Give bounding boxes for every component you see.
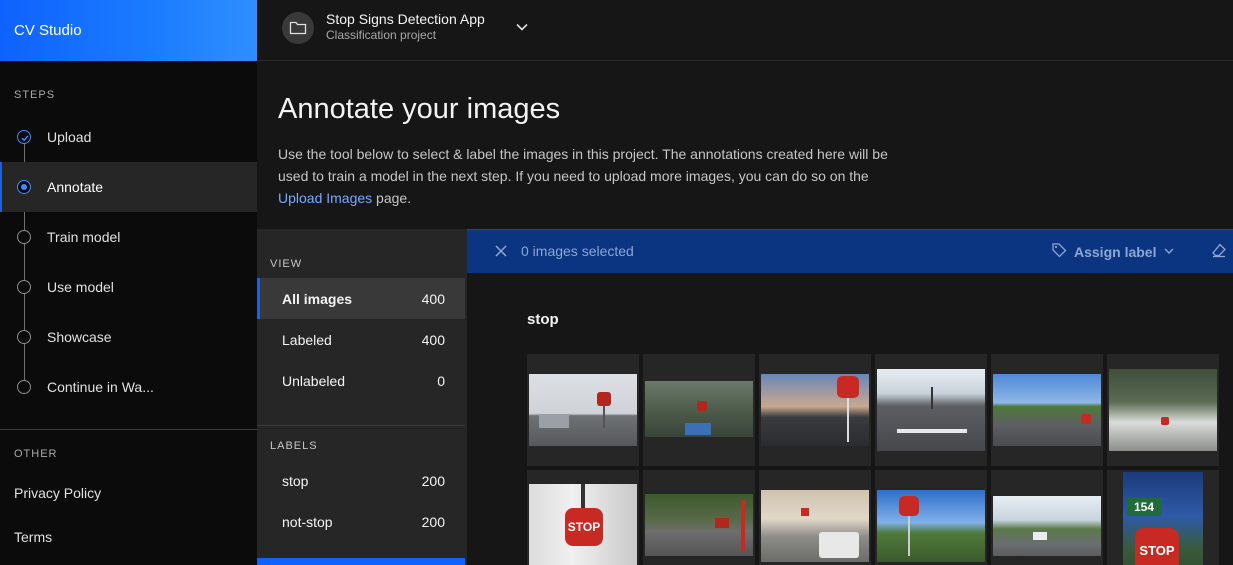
stop-sign-photo: [645, 381, 753, 437]
step-upload[interactable]: Upload: [0, 112, 257, 162]
step-annotate[interactable]: Annotate: [0, 162, 257, 212]
image-thumbnail[interactable]: [875, 470, 987, 565]
view-count: 0: [437, 372, 445, 389]
add-label-button[interactable]: [257, 558, 465, 565]
project-header: Stop Signs Detection App Classification …: [257, 0, 1233, 61]
stop-sign-photo: 154 STOP: [1123, 472, 1203, 565]
label-name: not-stop: [282, 513, 333, 530]
project-type: Classification project: [326, 28, 437, 42]
image-thumbnail[interactable]: STOP: [527, 470, 639, 565]
stop-sign-photo: [761, 490, 869, 562]
stop-sign-photo: [993, 374, 1101, 446]
step-continue[interactable]: Continue in Wa...: [0, 362, 257, 412]
panel-divider: [257, 425, 465, 426]
view-unlabeled[interactable]: Unlabeled 0: [257, 360, 465, 401]
view-label: Unlabeled: [282, 372, 346, 389]
view-all-images[interactable]: All images 400: [257, 278, 465, 319]
selection-toolbar: 0 images selected Assign label: [467, 229, 1233, 273]
pending-step-icon: [17, 330, 31, 344]
label-stop[interactable]: stop 200: [257, 460, 465, 501]
assign-label-text: Assign label: [1074, 243, 1157, 260]
view-section-title: VIEW: [270, 258, 303, 270]
close-icon[interactable]: [493, 243, 509, 264]
view-panel: VIEW All images 400 Labeled 400 Unlabele…: [257, 229, 467, 565]
other-section-title: OTHER: [14, 448, 58, 460]
page-title: Annotate your images: [278, 93, 561, 125]
pending-step-icon: [17, 230, 31, 244]
step-label: Train model: [47, 229, 121, 245]
label-name: stop: [282, 472, 309, 489]
eraser-icon[interactable]: [1211, 242, 1227, 263]
stop-sign-photo: [1109, 369, 1217, 451]
step-label: Continue in Wa...: [47, 379, 154, 395]
step-showcase[interactable]: Showcase: [0, 312, 257, 362]
stop-sign-photo: [645, 494, 753, 556]
image-thumbnail[interactable]: [643, 470, 755, 565]
stop-sign-photo: [993, 496, 1101, 556]
sidebar-divider: [0, 429, 257, 430]
stop-sign-photo: STOP: [529, 484, 637, 565]
pending-step-icon: [17, 380, 31, 394]
image-thumbnail[interactable]: [1107, 354, 1219, 466]
image-thumbnail[interactable]: [527, 354, 639, 466]
steps-section-title: STEPS: [14, 89, 56, 101]
view-labeled[interactable]: Labeled 400: [257, 319, 465, 360]
step-label: Showcase: [47, 329, 112, 345]
page-description: Use the tool below to select & label the…: [278, 143, 888, 209]
label-count: 200: [421, 513, 445, 530]
stop-sign-photo: [529, 374, 637, 446]
view-label: All images: [282, 290, 353, 307]
pending-step-icon: [17, 280, 31, 294]
description-text: Use the tool below to select & label the…: [278, 146, 888, 184]
description-text-end: page.: [372, 190, 412, 206]
view-count: 400: [421, 331, 445, 348]
step-label: Upload: [47, 129, 92, 145]
tag-icon: [1051, 242, 1067, 261]
step-label: Use model: [47, 279, 114, 295]
image-thumbnail[interactable]: [643, 354, 755, 466]
gallery-group-label: stop: [527, 311, 559, 328]
selection-count: 0 images selected: [521, 243, 634, 259]
image-thumbnail[interactable]: [991, 470, 1103, 565]
folder-icon: [282, 12, 314, 44]
stop-sign-photo: [877, 490, 985, 562]
image-thumbnail[interactable]: [759, 354, 871, 466]
upload-images-link[interactable]: Upload Images: [278, 190, 372, 206]
view-label: Labeled: [282, 331, 332, 348]
view-count: 400: [421, 290, 445, 307]
stop-sign-photo: [877, 369, 985, 451]
steps-list: Upload Annotate Train model Use model Sh…: [0, 112, 257, 412]
chevron-down-icon[interactable]: [515, 20, 529, 39]
terms-link[interactable]: Terms: [14, 529, 52, 545]
stop-sign-photo: [761, 374, 869, 446]
project-name: Stop Signs Detection App: [326, 11, 485, 27]
label-not-stop[interactable]: not-stop 200: [257, 501, 465, 542]
label-count: 200: [421, 472, 445, 489]
chevron-down-icon: [1163, 244, 1175, 260]
step-train-model[interactable]: Train model: [0, 212, 257, 262]
image-thumbnail[interactable]: [991, 354, 1103, 466]
image-thumbnail[interactable]: [875, 354, 987, 466]
image-thumbnail[interactable]: [759, 470, 871, 565]
labels-section-title: LABELS: [270, 440, 318, 452]
assign-label-button[interactable]: Assign label: [1051, 242, 1175, 261]
privacy-policy-link[interactable]: Privacy Policy: [14, 485, 101, 501]
image-thumbnail[interactable]: 154 STOP: [1107, 470, 1219, 565]
app-brand[interactable]: CV Studio: [0, 0, 257, 61]
step-use-model[interactable]: Use model: [0, 262, 257, 312]
step-label: Annotate: [47, 179, 104, 195]
current-step-icon: [17, 180, 31, 194]
sidebar: CV Studio STEPS Upload Annotate Train mo…: [0, 0, 257, 565]
checkmark-circle-icon: [17, 130, 31, 144]
